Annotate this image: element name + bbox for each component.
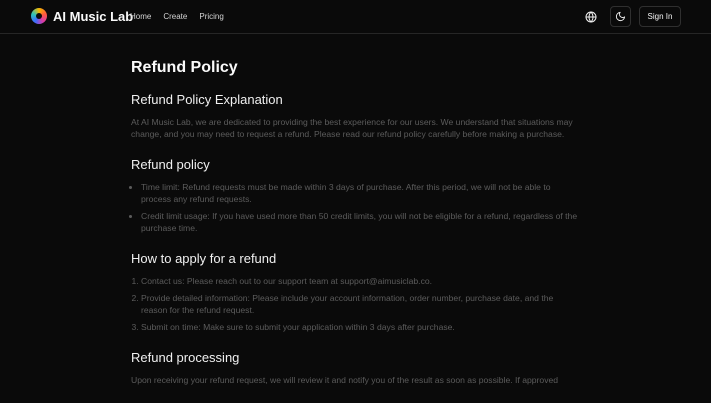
section-heading-how-to-apply: How to apply for a refund (131, 251, 277, 266)
list-item: Contact us: Please reach out to our supp… (141, 275, 581, 287)
list-item: Credit limit usage: If you have used mor… (141, 210, 581, 234)
list-item: Submit on time: Make sure to submit your… (141, 321, 581, 333)
brand-name: AI Music Lab (53, 8, 134, 24)
page-title: Refund Policy (131, 59, 238, 76)
globe-icon (585, 11, 597, 23)
moon-icon (615, 11, 626, 22)
nav-pricing-link[interactable]: Pricing (199, 12, 223, 21)
nav-create-link[interactable]: Create (163, 12, 187, 21)
main-nav: Home Create Pricing (130, 12, 236, 21)
refund-policy-list: Time limit: Refund requests must be made… (141, 181, 581, 234)
processing-paragraph: Upon receiving your refund request, we w… (131, 375, 559, 385)
list-item: Time limit: Refund requests must be made… (141, 181, 581, 205)
language-button[interactable] (581, 7, 601, 27)
sign-in-button[interactable]: Sign In (639, 6, 681, 27)
refund-policy-content: Refund Policy Refund Policy Explanation … (131, 58, 581, 403)
list-item: Provide detailed information: Please inc… (141, 292, 581, 316)
section-heading-refund-policy: Refund policy (131, 157, 210, 172)
theme-toggle-button[interactable] (610, 6, 631, 27)
explanation-paragraph: At AI Music Lab, we are dedicated to pro… (131, 117, 573, 139)
section-heading-refund-processing: Refund processing (131, 350, 240, 365)
brand[interactable]: AI Music Lab (31, 8, 133, 24)
section-heading-explanation: Refund Policy Explanation (131, 92, 283, 107)
top-navigation-bar: AI Music Lab Home Create Pricing Sign In (0, 0, 711, 34)
nav-home-link[interactable]: Home (130, 12, 151, 21)
music-logo-icon (31, 8, 47, 24)
how-to-apply-list: Contact us: Please reach out to our supp… (141, 275, 581, 333)
